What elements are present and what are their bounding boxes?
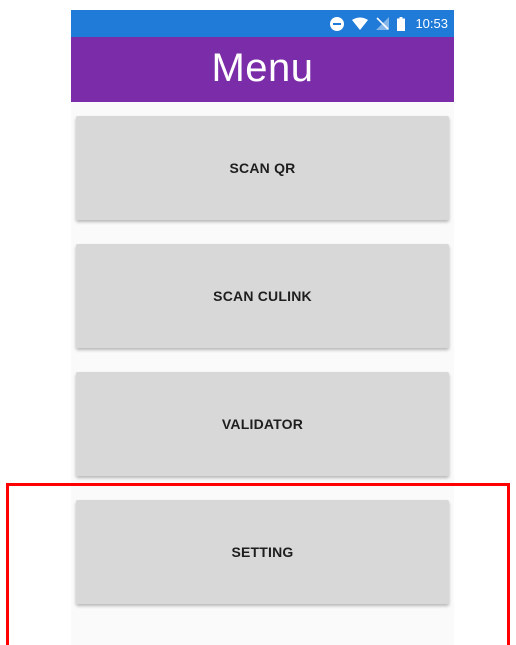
validator-button[interactable]: VALIDATOR bbox=[76, 372, 449, 476]
scan-qr-button[interactable]: SCAN QR bbox=[76, 116, 449, 220]
status-bar: 10:53 bbox=[71, 10, 454, 37]
no-sim-icon bbox=[376, 17, 390, 30]
app-bar: Menu bbox=[71, 37, 454, 102]
status-clock: 10:53 bbox=[415, 16, 448, 31]
page-title: Menu bbox=[211, 46, 314, 90]
do-not-disturb-icon bbox=[330, 16, 345, 31]
status-icons: 10:53 bbox=[330, 10, 448, 37]
setting-button[interactable]: SETTING bbox=[76, 500, 449, 604]
battery-icon bbox=[397, 16, 406, 31]
scan-culink-button[interactable]: SCAN CULINK bbox=[76, 244, 449, 348]
phone-screen: 10:53 Menu SCAN QR SCAN CULINK VALIDATOR… bbox=[71, 10, 454, 645]
wifi-icon bbox=[352, 17, 369, 30]
